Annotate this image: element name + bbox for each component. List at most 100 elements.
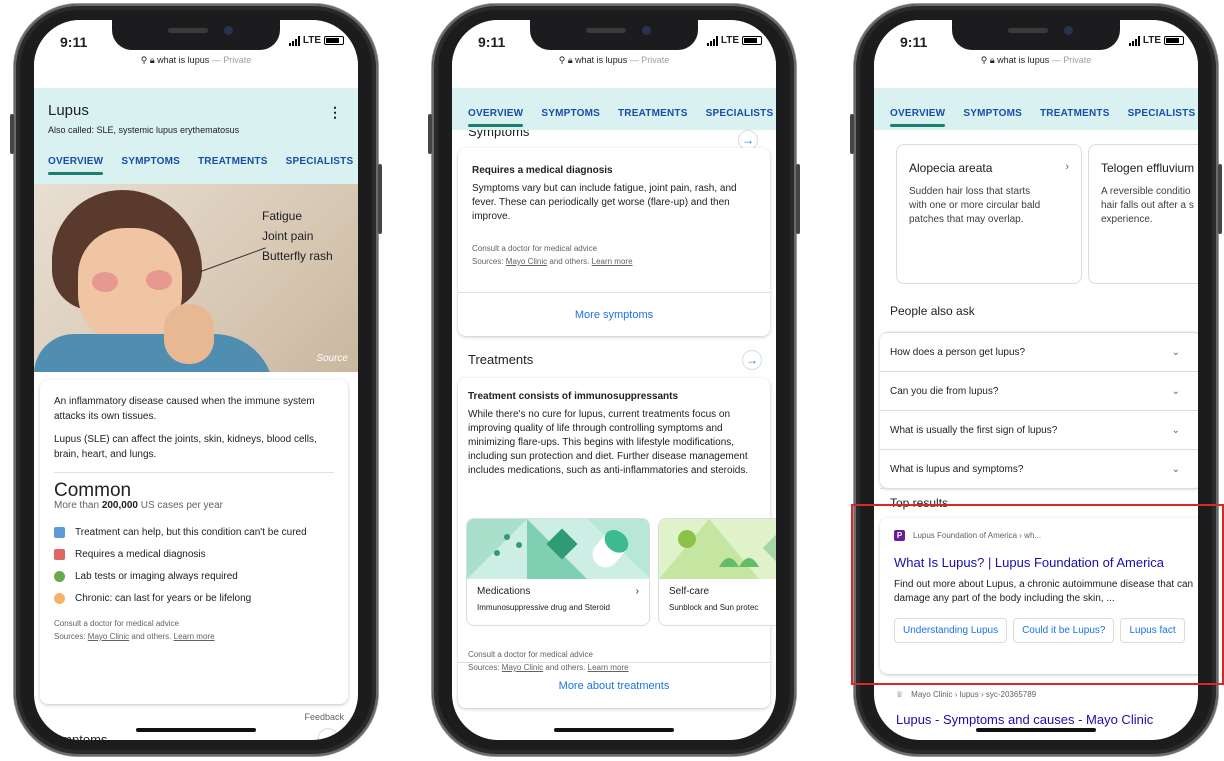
section-tabs: OVERVIEW SYMPTOMS TREATMENTS SPECIALISTS bbox=[890, 104, 1198, 127]
self-care-icon bbox=[659, 519, 776, 579]
tab-treatments[interactable]: TREATMENTS bbox=[1040, 104, 1110, 123]
treatments-card-title: Treatment consists of immunosuppressants bbox=[468, 391, 679, 402]
question-item[interactable]: What is usually the first sign of lupus?… bbox=[880, 411, 1198, 450]
network-label: LTE bbox=[1142, 35, 1161, 46]
condition-desc: Sudden hair loss that starts with one or… bbox=[909, 186, 1041, 225]
treatment-carousel: Medications › Immunosuppressive drug and … bbox=[466, 518, 776, 626]
tab-overview[interactable]: OVERVIEW bbox=[468, 104, 524, 127]
condition-card[interactable]: Telogen effluvium A reversible conditio … bbox=[1088, 144, 1198, 284]
chevron-down-icon: ⌄ bbox=[1171, 424, 1180, 436]
self-care-card[interactable]: Self-care Sunblock and Sun protec bbox=[658, 518, 776, 626]
question-item[interactable]: What is lupus and symptoms? ⌄ bbox=[880, 450, 1198, 489]
signal-icon bbox=[706, 35, 718, 46]
label-joint-pain: Joint pain bbox=[262, 229, 314, 243]
status-icons: LTE bbox=[288, 35, 344, 46]
source-link-mayo[interactable]: Mayo Clinic bbox=[506, 257, 547, 266]
chevron-down-icon: ⌄ bbox=[1171, 463, 1180, 475]
signal-icon bbox=[1128, 35, 1140, 46]
tab-treatments[interactable]: TREATMENTS bbox=[198, 152, 268, 171]
symptom-illustration: Fatigue Joint pain Butterfly rash Source bbox=[34, 184, 358, 372]
lock-icon: 🔒︎ bbox=[567, 55, 573, 65]
arrow-right-icon[interactable]: → bbox=[318, 728, 338, 740]
label-butterfly-rash: Butterfly rash bbox=[262, 249, 333, 263]
treatments-card-body: While there's no cure for lupus, current… bbox=[468, 409, 749, 476]
tab-symptoms[interactable]: SYMPTOMS bbox=[121, 152, 180, 171]
arrow-right-icon[interactable]: → bbox=[742, 350, 762, 370]
treatments-card: Treatment consists of immunosuppressants… bbox=[458, 378, 776, 708]
url-bar[interactable]: ⚲ 🔒︎ what is lupus — Private bbox=[874, 55, 1198, 66]
network-label: LTE bbox=[720, 35, 739, 46]
lock-icon: 🔒︎ bbox=[149, 55, 155, 65]
url-query: what is lupus bbox=[157, 55, 210, 65]
search-icon: ⚲ bbox=[980, 55, 988, 65]
status-time: 9:11 bbox=[60, 34, 88, 50]
url-bar[interactable]: ⚲ 🔒︎ what is lupus — Private bbox=[452, 55, 776, 66]
arrow-right-icon[interactable]: → bbox=[738, 130, 758, 150]
home-indicator bbox=[554, 728, 674, 732]
result-source: ♕ Mayo Clinic › lupus › syc-20365789 bbox=[896, 690, 1037, 699]
condition-card[interactable]: Alopecia areata › Sudden hair loss that s… bbox=[896, 144, 1082, 284]
chevron-right-icon: › bbox=[1065, 161, 1069, 173]
clipboard-icon bbox=[54, 548, 65, 560]
label-fatigue: Fatigue bbox=[262, 209, 303, 223]
image-source-link[interactable]: Source bbox=[316, 353, 348, 364]
tab-symptoms[interactable]: SYMPTOMS bbox=[541, 104, 600, 123]
status-icons: LTE bbox=[706, 35, 762, 46]
illustration-labels: Fatigue Joint pain Butterfly rash bbox=[262, 206, 333, 266]
medications-card[interactable]: Medications › Immunosuppressive drug and … bbox=[466, 518, 650, 626]
also-called: Also called: SLE, systemic lupus erythem… bbox=[48, 125, 240, 135]
treatment-icon bbox=[54, 526, 65, 538]
treatments-section-header: Treatments → bbox=[458, 338, 770, 378]
more-treatments-button[interactable]: More about treatments bbox=[458, 662, 770, 708]
self-care-title: Self-care bbox=[669, 586, 710, 597]
notch bbox=[112, 20, 280, 50]
medical-disclaimer: Consult a doctor for medical advice Sour… bbox=[472, 244, 633, 266]
status-time: 9:11 bbox=[478, 34, 506, 50]
source-link-mayo[interactable]: Mayo Clinic bbox=[88, 632, 129, 641]
chevron-right-icon: › bbox=[635, 586, 639, 597]
network-label: LTE bbox=[302, 35, 321, 46]
signal-icon bbox=[288, 35, 300, 46]
question-item[interactable]: Can you die from lupus? ⌄ bbox=[880, 372, 1198, 411]
fact-item: Lab tests or imaging always required bbox=[54, 565, 334, 587]
medical-disclaimer: Consult a doctor for medical advice Sour… bbox=[54, 619, 215, 641]
prevalence-subtitle: More than 200,000 US cases per year bbox=[54, 500, 224, 511]
fact-item: Treatment can help, but this condition c… bbox=[54, 521, 334, 543]
related-conditions-carousel: Alopecia areata › Sudden hair loss that s… bbox=[890, 144, 1198, 284]
url-query: what is lupus bbox=[575, 55, 628, 65]
tab-specialists[interactable]: SPECIALISTS bbox=[286, 152, 354, 171]
tab-specialists[interactable]: SPECIALISTS bbox=[706, 104, 774, 123]
url-bar[interactable]: ⚲ 🔒︎ what is lupus — Private bbox=[34, 55, 358, 66]
site-favicon: ♕ bbox=[896, 690, 904, 699]
more-options-icon[interactable]: ⋮ bbox=[328, 104, 342, 121]
tab-overview[interactable]: OVERVIEW bbox=[890, 104, 946, 127]
treatments-heading: Treatments bbox=[468, 352, 534, 367]
condition-title: Alopecia areata bbox=[909, 161, 993, 175]
tab-specialists[interactable]: SPECIALISTS bbox=[1128, 104, 1196, 123]
fact-item: Chronic: can last for years or be lifelo… bbox=[54, 587, 334, 609]
learn-more-link[interactable]: Learn more bbox=[174, 632, 215, 641]
chevron-down-icon: ⌄ bbox=[1171, 385, 1180, 397]
url-mode: — Private bbox=[629, 55, 670, 65]
status-icons: LTE bbox=[1128, 35, 1184, 46]
learn-more-link[interactable]: Learn more bbox=[592, 257, 633, 266]
tab-overview[interactable]: OVERVIEW bbox=[48, 152, 104, 175]
notch bbox=[952, 20, 1120, 50]
more-symptoms-button[interactable]: More symptoms bbox=[458, 292, 770, 336]
clock-icon bbox=[54, 592, 65, 604]
phone-frame-2: 9:11 LTE ⚲ 🔒︎ what is lupus — Private OV… bbox=[428, 4, 800, 756]
lock-icon: 🔒︎ bbox=[989, 55, 995, 65]
panel-title: Lupus bbox=[48, 102, 89, 119]
result-title-link[interactable]: Lupus - Symptoms and causes - Mayo Clini… bbox=[896, 712, 1153, 727]
fact-list: Treatment can help, but this condition c… bbox=[54, 521, 334, 609]
overview-card: An inflammatory disease caused when the … bbox=[40, 380, 348, 704]
medications-desc: Immunosuppressive drug and Steroid bbox=[477, 603, 610, 612]
question-item[interactable]: How does a person get lupus? ⌄ bbox=[880, 333, 1198, 372]
lab-test-icon bbox=[54, 570, 65, 582]
tab-treatments[interactable]: TREATMENTS bbox=[618, 104, 688, 123]
status-time: 9:11 bbox=[900, 34, 928, 50]
feedback-link[interactable]: Feedback bbox=[304, 712, 344, 722]
prevalence-title: Common bbox=[54, 480, 132, 501]
section-tabs: OVERVIEW SYMPTOMS TREATMENTS SPECIALISTS bbox=[48, 152, 353, 175]
tab-symptoms[interactable]: SYMPTOMS bbox=[963, 104, 1022, 123]
